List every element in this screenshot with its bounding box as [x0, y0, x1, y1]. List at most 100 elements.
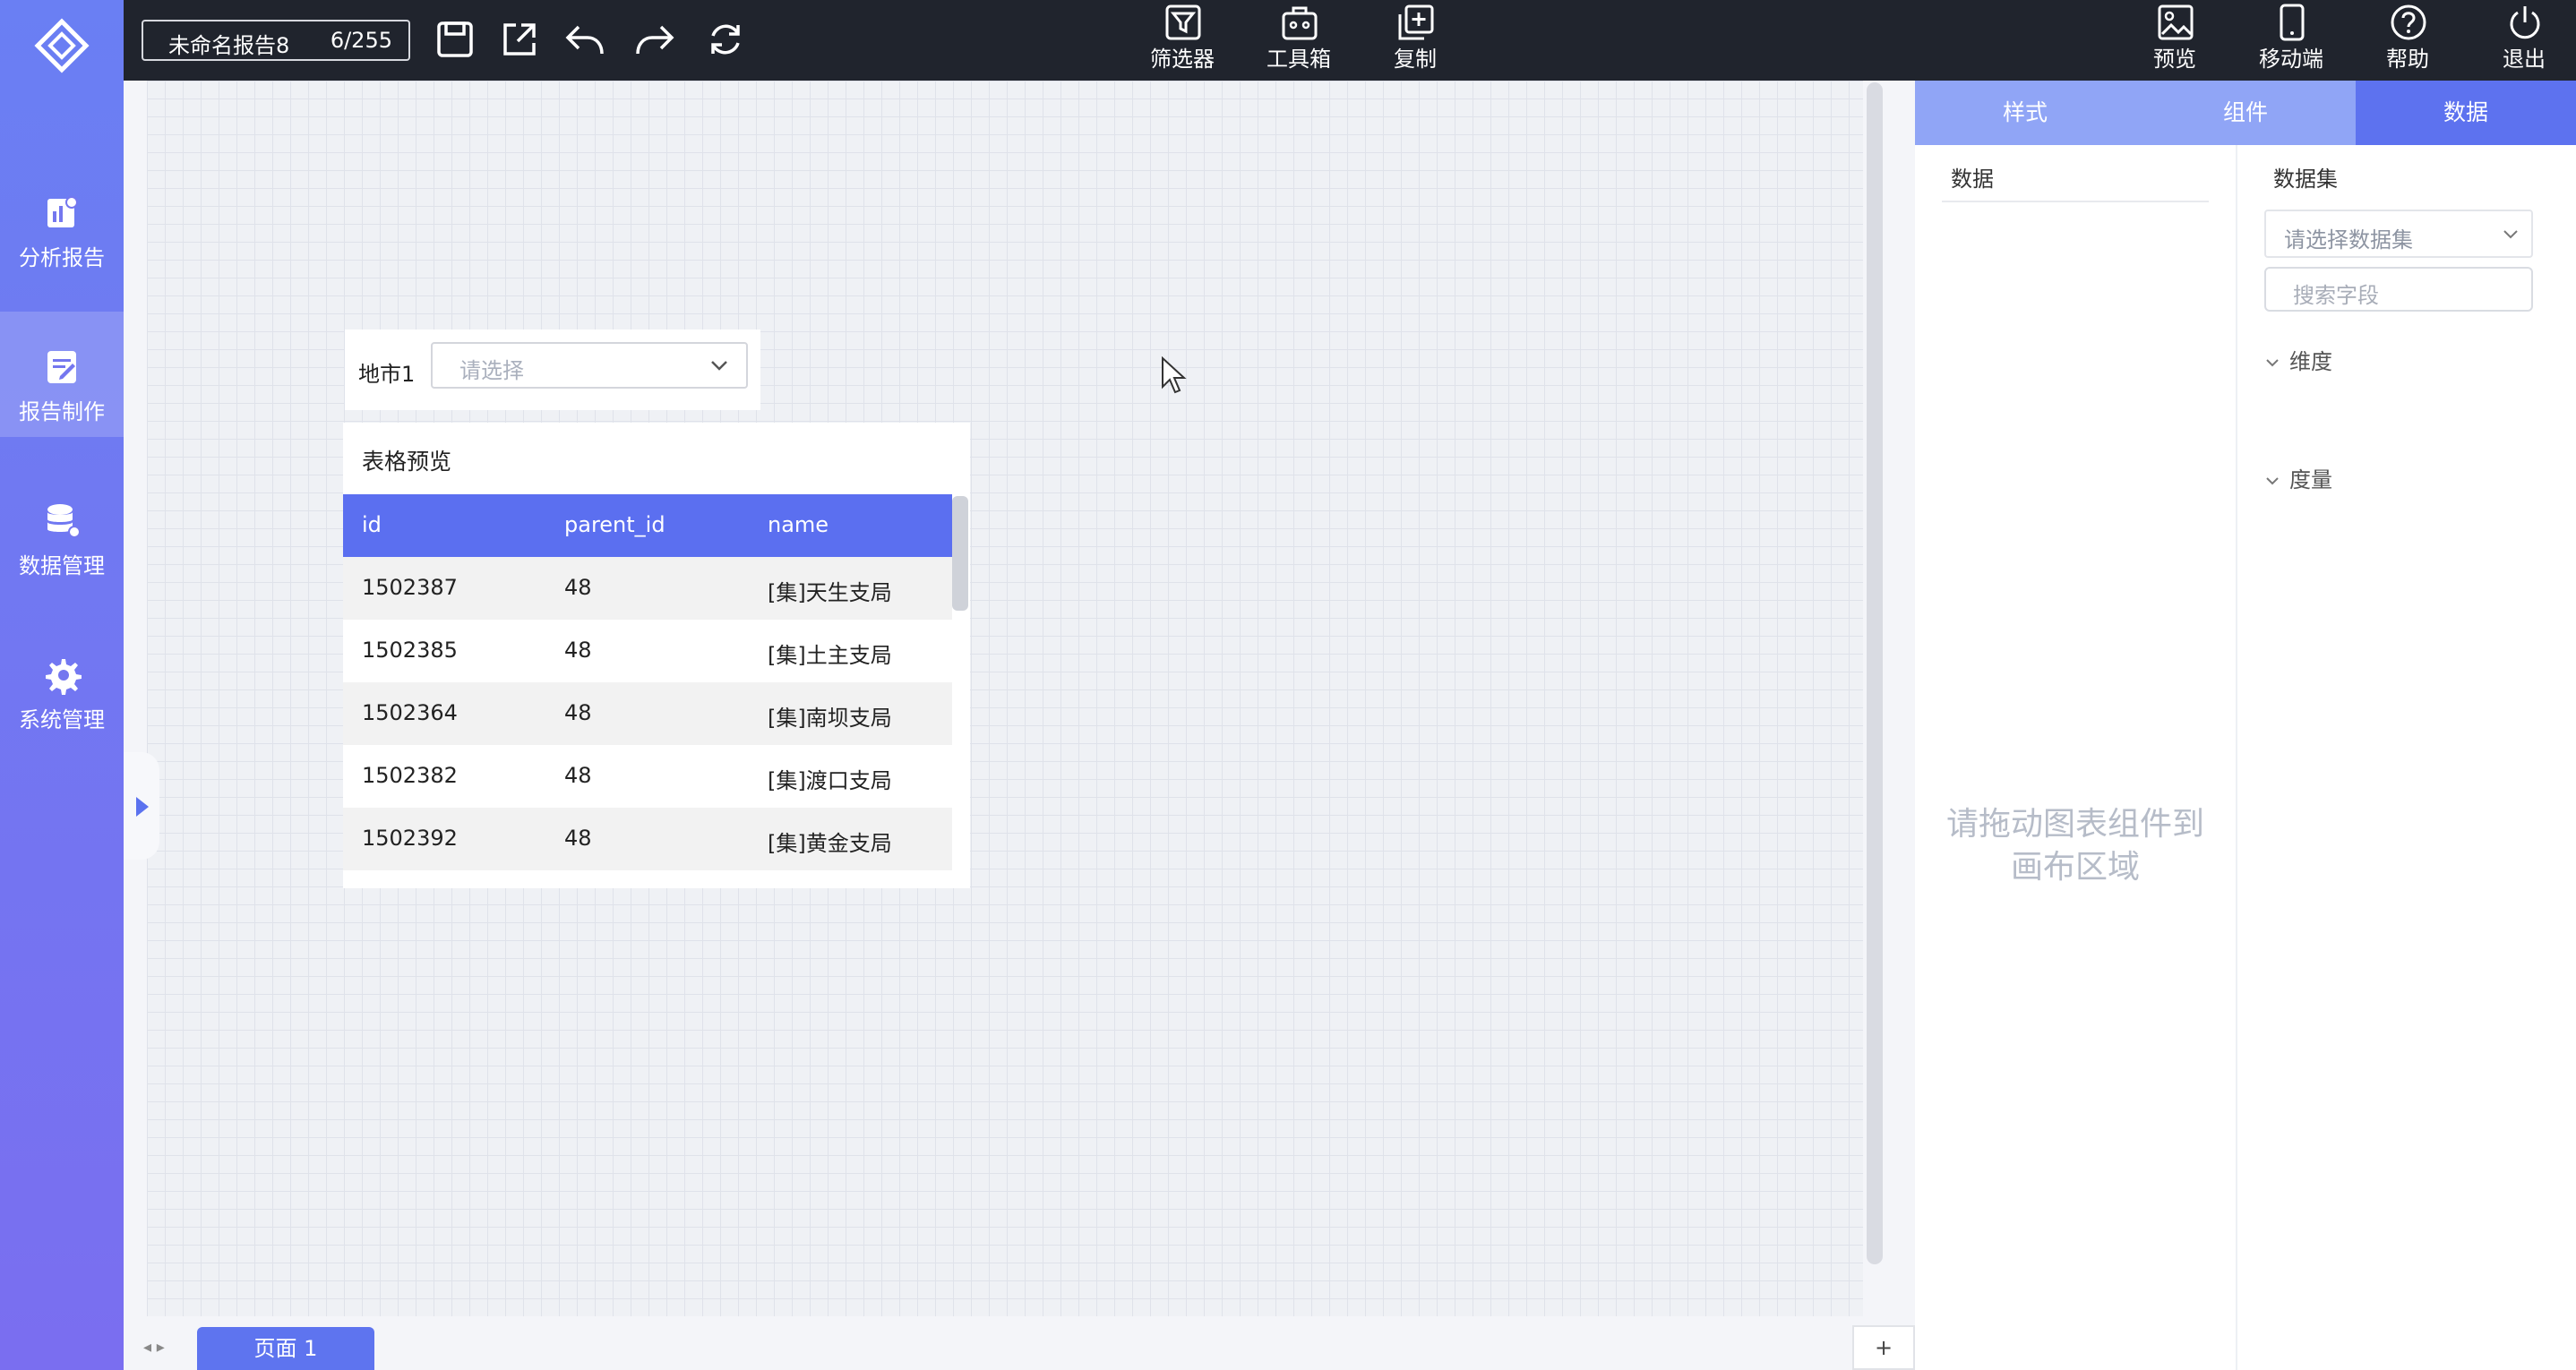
field-search-input[interactable]: 搜索字段 — [2264, 267, 2533, 312]
data-table: id parent_id name 1502387 48 [集]天生支局 150… — [343, 494, 952, 870]
table-title: 表格预览 — [362, 449, 452, 475]
help-button[interactable]: 帮助 — [2363, 0, 2452, 81]
page-scroll-arrows[interactable]: ◂ ▸ — [143, 1338, 165, 1357]
page-tab[interactable]: 页面 1 — [197, 1327, 374, 1370]
chevron-down-icon — [2266, 477, 2279, 485]
expand-panel-handle[interactable] — [124, 752, 159, 860]
dataset-select[interactable]: 请选择数据集 — [2264, 210, 2533, 258]
table-cell: 48 — [564, 638, 592, 663]
table-cell: 1502392 — [362, 826, 458, 851]
property-panel: 样式 组件 数据 数据 请拖动图表组件到 画布区域 数据集 请选择数据集 搜索字… — [1915, 81, 2576, 1370]
filter-placeholder: 请选择 — [459, 358, 524, 383]
undo-icon[interactable] — [562, 18, 605, 61]
dimension-group[interactable]: 维度 — [2264, 344, 2332, 375]
drop-hint-line: 画布区域 — [2010, 849, 2140, 886]
name-char-count: 6/255 — [330, 28, 392, 53]
save-icon[interactable] — [434, 18, 477, 61]
report-name: 未命名报告8 — [168, 33, 290, 58]
sidebar-item-label: 系统管理 — [19, 707, 105, 732]
preview-button[interactable]: 预览 — [2130, 0, 2220, 81]
logo-icon[interactable] — [32, 16, 91, 75]
chevron-down-icon — [2503, 230, 2518, 239]
filter-label: 地市1 — [358, 362, 416, 387]
tab-data[interactable]: 数据 — [2356, 81, 2576, 145]
data-section-title: 数据 — [1951, 167, 1994, 192]
table-row: 1502364 48 [集]南坝支局 — [343, 682, 952, 745]
image-preview-icon — [2158, 4, 2194, 40]
toolbox-icon — [1282, 6, 1318, 40]
drop-hint: 请拖动图表组件到 画布区域 — [1933, 803, 2218, 889]
mobile-button[interactable]: 移动端 — [2246, 0, 2336, 81]
copy-tool-button[interactable]: 复制 — [1370, 0, 1460, 81]
table-cell: 1502382 — [362, 763, 458, 788]
sidebar-item-report-making[interactable]: 报告制作 — [0, 312, 124, 437]
page-tab-bar: ◂ ▸ 页面 1 + — [124, 1318, 1915, 1370]
refresh-icon[interactable] — [704, 18, 747, 61]
table-cell: [集]黄金支局 — [768, 831, 892, 856]
column-header[interactable]: name — [768, 512, 829, 537]
exit-button[interactable]: 退出 — [2479, 0, 2569, 81]
filter-tool-button[interactable]: 筛选器 — [1138, 0, 1227, 81]
help-icon — [2391, 4, 2426, 40]
mouse-cursor-icon — [1162, 356, 1187, 394]
tool-label: 帮助 — [2386, 47, 2429, 72]
redo-icon[interactable] — [634, 18, 677, 61]
tab-components[interactable]: 组件 — [2135, 81, 2356, 145]
dataset-section-title: 数据集 — [2273, 167, 2338, 192]
power-icon — [2510, 6, 2540, 39]
tool-label: 复制 — [1394, 47, 1437, 72]
table-cell: 48 — [564, 763, 592, 788]
table-cell: [集]渡口支局 — [768, 768, 892, 793]
table-cell: [集]天生支局 — [768, 580, 892, 605]
search-placeholder: 搜索字段 — [2293, 283, 2379, 308]
document-edit-icon — [47, 351, 76, 383]
tool-label: 退出 — [2503, 47, 2546, 72]
table-cell: 48 — [564, 826, 592, 851]
chevron-down-icon — [2266, 359, 2279, 367]
toolbox-tool-button[interactable]: 工具箱 — [1254, 0, 1344, 81]
filter-icon — [1165, 4, 1201, 40]
table-row: 1502392 48 [集]黄金支局 — [343, 808, 952, 870]
export-icon[interactable] — [498, 18, 541, 61]
sidebar-item-analysis-report[interactable]: 分析报告 — [0, 158, 124, 283]
filter-widget[interactable]: 地市1 请选择 — [345, 330, 760, 410]
panel-tabs: 样式 组件 数据 — [1915, 81, 2576, 145]
table-cell: 1502387 — [362, 575, 458, 600]
chart-report-icon — [47, 196, 78, 227]
tool-label: 筛选器 — [1150, 47, 1215, 72]
sidebar-item-data-management[interactable]: 数据管理 — [0, 466, 124, 591]
report-name-field[interactable]: 未命名报告8 6/255 — [142, 20, 410, 61]
dataset-placeholder: 请选择数据集 — [2284, 227, 2413, 253]
sidebar-item-label: 报告制作 — [19, 399, 105, 424]
table-cell: 48 — [564, 700, 592, 725]
sidebar-item-label: 数据管理 — [19, 553, 105, 578]
mobile-icon — [2280, 4, 2305, 41]
top-toolbar: 未命名报告8 6/255 筛选器 工具箱 复制 预览 移动端 帮助 退出 — [124, 0, 2576, 81]
tool-label: 移动端 — [2259, 47, 2323, 72]
expand-arrow-icon — [136, 797, 149, 817]
data-drop-section: 数据 请拖动图表组件到 画布区域 — [1915, 145, 2237, 1370]
table-scrollbar[interactable] — [952, 496, 968, 611]
canvas-scrollbar[interactable] — [1867, 82, 1883, 1264]
column-header[interactable]: id — [362, 512, 382, 537]
table-cell: 1502385 — [362, 638, 458, 663]
table-header-row: id parent_id name — [343, 494, 952, 557]
table-cell: [集]土主支局 — [768, 643, 892, 668]
table-cell: 48 — [564, 575, 592, 600]
table-cell: [集]南坝支局 — [768, 706, 892, 731]
filter-select[interactable]: 请选择 — [431, 342, 748, 389]
table-widget[interactable]: 表格预览 id parent_id name 1502387 48 [集]天生支… — [343, 423, 970, 888]
dimension-label: 维度 — [2289, 349, 2332, 374]
database-icon — [47, 504, 81, 538]
add-page-button[interactable]: + — [1852, 1325, 1915, 1370]
measure-group[interactable]: 度量 — [2264, 462, 2332, 493]
tab-style[interactable]: 样式 — [1915, 81, 2135, 145]
sidebar: 分析报告 报告制作 数据管理 系统管理 — [0, 0, 124, 1370]
table-row: 1502387 48 [集]天生支局 — [343, 557, 952, 620]
tool-label: 预览 — [2153, 47, 2196, 72]
column-header[interactable]: parent_id — [564, 512, 665, 537]
sidebar-item-system-management[interactable]: 系统管理 — [0, 620, 124, 745]
gear-icon — [46, 659, 82, 695]
canvas-area: 地市1 请选择 表格预览 id parent_id name 1502387 4… — [124, 81, 1915, 1370]
table-row: 1502385 48 [集]土主支局 — [343, 620, 952, 682]
